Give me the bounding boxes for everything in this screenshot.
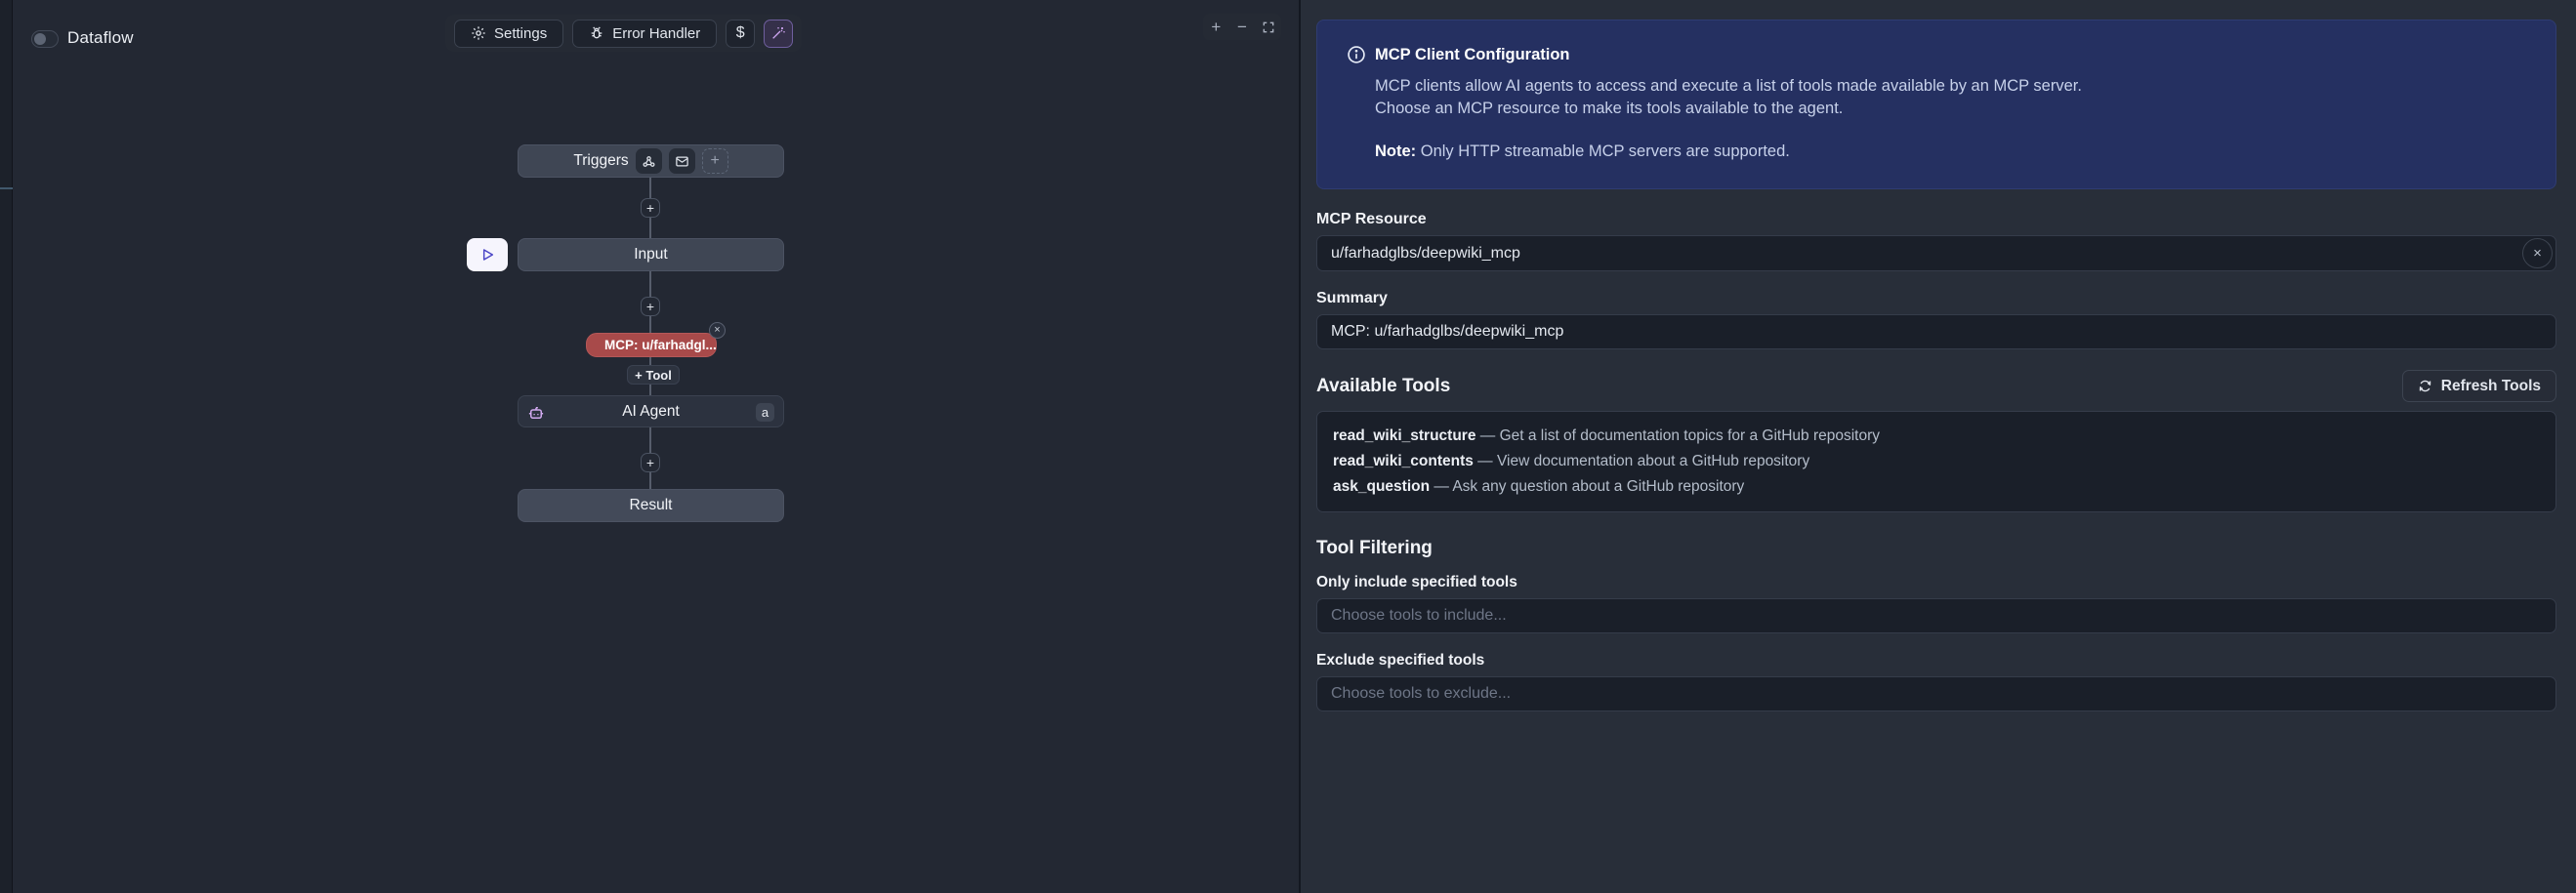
refresh-tools-button[interactable]: Refresh Tools — [2402, 370, 2556, 402]
info-icon — [1347, 45, 1366, 64]
dataflow-label: Dataflow — [67, 28, 134, 48]
info-note-label: Note: — [1375, 142, 1416, 160]
available-tools-title: Available Tools — [1316, 376, 1450, 397]
mcp-resource-field: × — [1316, 235, 2556, 271]
variables-button[interactable]: $ — [726, 20, 755, 48]
flow-canvas[interactable]: Dataflow Settings Error Handler $ — [13, 0, 1299, 893]
summary-label: Summary — [1316, 290, 2556, 307]
robot-icon — [527, 404, 545, 422]
node-input[interactable]: Input — [518, 238, 784, 271]
run-flow-button[interactable] — [467, 238, 508, 271]
toggle-knob — [34, 33, 46, 45]
mcp-info-box: MCP Client Configuration MCP clients all… — [1316, 20, 2556, 189]
node-ai-agent[interactable]: AI Agent a — [518, 395, 784, 427]
info-note: Note: Only HTTP streamable MCP servers a… — [1375, 142, 2526, 161]
exclude-tools-field — [1316, 676, 2556, 711]
canvas-toolbar: Settings Error Handler $ — [445, 15, 802, 52]
mcp-resource-input[interactable] — [1316, 235, 2556, 271]
dollar-label: $ — [736, 24, 745, 42]
flow-editor-window: Dataflow Settings Error Handler $ — [0, 0, 2576, 893]
zoom-in-button[interactable]: + — [1205, 17, 1226, 38]
insert-step-button-1[interactable]: + — [641, 198, 660, 218]
exclude-tools-input[interactable] — [1316, 676, 2556, 711]
node-mcp-tool[interactable]: MCP: u/farhadgl... — [586, 333, 717, 357]
add-trigger-chip[interactable]: + — [702, 148, 728, 174]
info-note-text: Only HTTP streamable MCP servers are sup… — [1416, 142, 1790, 160]
dataflow-toggle[interactable] — [31, 30, 59, 48]
play-icon — [479, 247, 495, 263]
magic-wand-icon — [770, 25, 786, 41]
insert-step-button-2[interactable]: + — [641, 297, 660, 316]
tool-description: Get a list of documentation topics for a… — [1500, 427, 1880, 444]
agent-id-badge: a — [756, 403, 774, 422]
tool-row: read_wiki_structure — Get a list of docu… — [1333, 424, 2540, 449]
email-trigger-chip[interactable] — [669, 148, 695, 174]
triggers-label: Triggers — [573, 152, 628, 170]
clear-resource-button[interactable]: × — [2522, 238, 2553, 268]
include-tools-field — [1316, 598, 2556, 633]
tool-separator: — — [1433, 478, 1449, 495]
info-title: MCP Client Configuration — [1375, 46, 1570, 64]
summary-input[interactable] — [1316, 314, 2556, 349]
ai-assistant-button[interactable] — [764, 20, 793, 48]
input-label: Input — [634, 246, 667, 264]
tool-row: read_wiki_contents — View documentation … — [1333, 449, 2540, 474]
envelope-icon — [675, 154, 689, 169]
refresh-tools-label: Refresh Tools — [2441, 378, 2541, 395]
fit-view-icon — [1262, 20, 1275, 34]
remove-mcp-tool-button[interactable]: × — [709, 322, 726, 339]
zoom-controls: + − — [1203, 14, 1281, 40]
tool-filtering-title: Tool Filtering — [1316, 538, 2556, 559]
insert-step-button-3[interactable]: + — [641, 453, 660, 472]
settings-button[interactable]: Settings — [454, 20, 563, 48]
tool-name: read_wiki_structure — [1333, 427, 1475, 444]
available-tools-header: Available Tools Refresh Tools — [1316, 370, 2556, 402]
tool-separator: — — [1477, 453, 1493, 469]
error-handler-label: Error Handler — [612, 25, 700, 42]
mcp-tool-label: MCP: u/farhadgl... — [604, 338, 717, 352]
ai-agent-label: AI Agent — [519, 403, 783, 421]
exclude-tools-label: Exclude specified tools — [1316, 652, 2556, 670]
info-body-line1: MCP clients allow AI agents to access an… — [1375, 75, 2526, 98]
tool-separator: — — [1480, 427, 1496, 444]
include-tools-input[interactable] — [1316, 598, 2556, 633]
info-body-line2: Choose an MCP resource to make its tools… — [1375, 98, 2526, 120]
rail-divider — [0, 187, 13, 189]
bug-icon — [589, 25, 604, 41]
tool-description: Ask any question about a GitHub reposito… — [1452, 478, 1744, 495]
result-label: Result — [630, 497, 673, 514]
add-tool-button[interactable]: + Tool — [627, 365, 680, 385]
tool-name: read_wiki_contents — [1333, 453, 1474, 469]
error-handler-button[interactable]: Error Handler — [572, 20, 717, 48]
settings-label: Settings — [494, 25, 547, 42]
tool-description: View documentation about a GitHub reposi… — [1497, 453, 1809, 469]
webhook-trigger-chip[interactable] — [636, 148, 662, 174]
include-tools-label: Only include specified tools — [1316, 574, 2556, 591]
available-tools-list: read_wiki_structure — Get a list of docu… — [1316, 411, 2556, 512]
left-rail — [0, 0, 13, 893]
zoom-out-button[interactable]: − — [1231, 17, 1253, 38]
summary-field — [1316, 314, 2556, 349]
node-triggers[interactable]: Triggers + — [518, 144, 784, 178]
mcp-config-panel: MCP Client Configuration MCP clients all… — [1299, 0, 2576, 893]
refresh-icon — [2418, 379, 2432, 393]
info-body: MCP clients allow AI agents to access an… — [1375, 75, 2526, 120]
fit-view-button[interactable] — [1258, 17, 1279, 38]
tool-row: ask_question — Ask any question about a … — [1333, 474, 2540, 500]
node-result[interactable]: Result — [518, 489, 784, 522]
webhook-icon — [642, 154, 656, 169]
mcp-resource-label: MCP Resource — [1316, 211, 2556, 228]
gear-icon — [471, 25, 486, 41]
tool-name: ask_question — [1333, 478, 1430, 495]
